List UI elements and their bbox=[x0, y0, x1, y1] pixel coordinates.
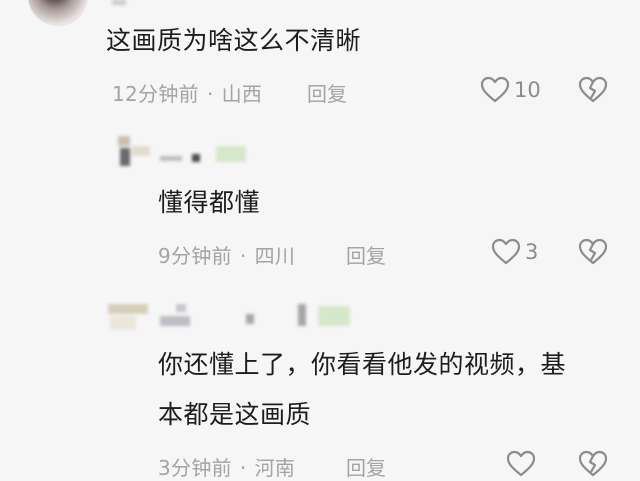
avatar[interactable] bbox=[106, 300, 152, 336]
comment-text-line-2: 本都是这画质 bbox=[158, 400, 312, 429]
comment-meta: 12分钟前 · 山西 bbox=[112, 78, 262, 107]
username-blurred bbox=[112, 0, 126, 5]
like-count: 10 bbox=[514, 78, 541, 102]
dislike-broken-heart-icon[interactable] bbox=[578, 238, 608, 266]
like-button[interactable]: 3 bbox=[491, 238, 538, 266]
meta-separator: · bbox=[239, 244, 247, 268]
reply-button[interactable]: 回复 bbox=[346, 452, 386, 481]
comment-location: 山西 bbox=[221, 82, 263, 106]
comment-time: 9分钟前 bbox=[158, 244, 232, 268]
comment-text-line-1: 你还懂上了，你看看他发的视频，基 bbox=[158, 350, 567, 379]
reply-button[interactable]: 回复 bbox=[307, 78, 347, 107]
comment-time: 3分钟前 bbox=[158, 456, 232, 480]
avatar[interactable] bbox=[116, 134, 152, 170]
avatar[interactable] bbox=[28, 0, 88, 26]
comment-text: 这画质为啥这么不清晰 bbox=[106, 26, 362, 55]
meta-separator: · bbox=[239, 456, 247, 480]
heart-icon bbox=[480, 76, 510, 104]
username-blurred bbox=[160, 304, 360, 330]
username-blurred bbox=[160, 146, 250, 166]
comment-time: 12分钟前 bbox=[112, 82, 199, 106]
dislike-broken-heart-icon[interactable] bbox=[578, 76, 608, 104]
comment-meta: 3分钟前 · 河南 bbox=[158, 452, 295, 481]
like-count: 3 bbox=[525, 240, 539, 264]
heart-icon bbox=[491, 238, 521, 266]
comment-meta: 9分钟前 · 四川 bbox=[158, 240, 295, 269]
meta-separator: · bbox=[206, 82, 214, 106]
reply-button[interactable]: 回复 bbox=[346, 240, 386, 269]
comment-location: 四川 bbox=[254, 244, 296, 268]
like-button[interactable]: 10 bbox=[480, 76, 541, 104]
comment-location: 河南 bbox=[254, 456, 296, 480]
comment-text: 懂得都懂 bbox=[158, 188, 261, 217]
